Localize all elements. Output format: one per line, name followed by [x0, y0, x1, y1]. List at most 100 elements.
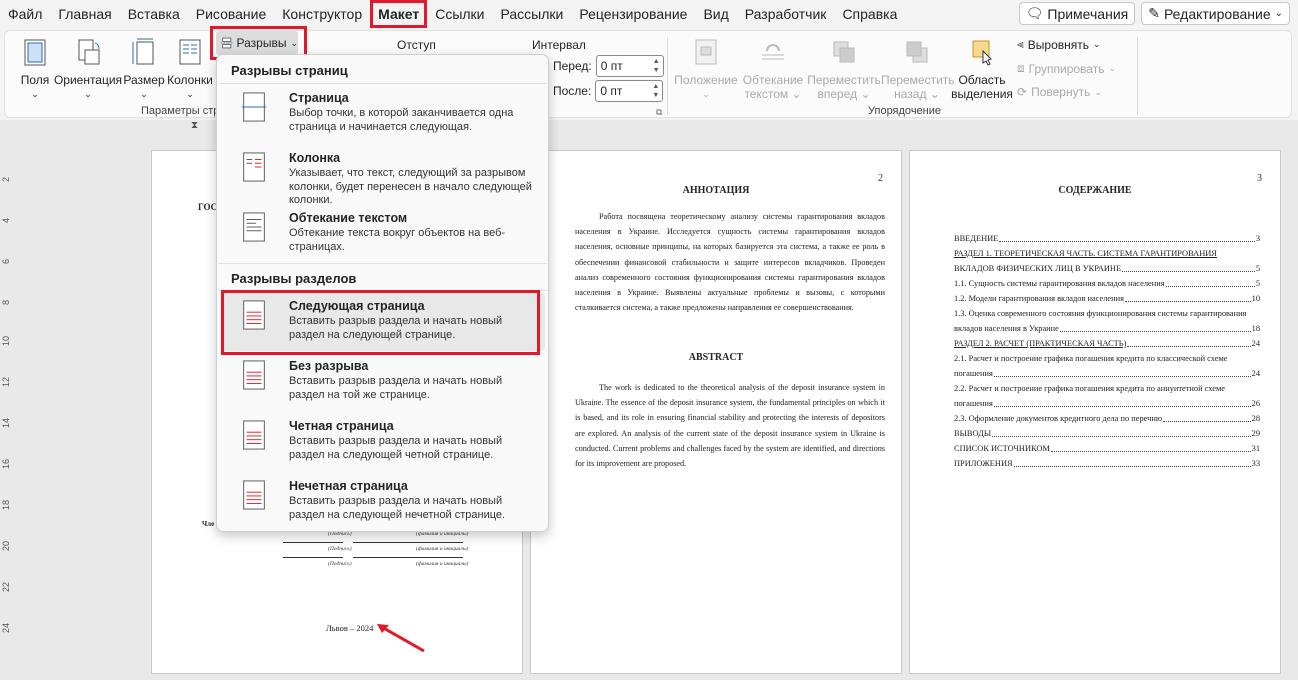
toc-entry-text: 2.2. Расчет и построение графика погашен…: [954, 384, 1225, 393]
rotate-button[interactable]: ⟳ Повернуть ⌄: [1017, 85, 1102, 99]
toc-leader: [1165, 276, 1255, 287]
toc-entry[interactable]: 2.1. Расчет и построение графика погашен…: [954, 351, 1260, 366]
toc-entry[interactable]: вкладов населения в Украине 18: [954, 321, 1260, 336]
wrap-text-icon: [762, 44, 784, 60]
bring-forward-button[interactable]: Переместить вперед ⌄: [807, 37, 881, 101]
toc-entry[interactable]: 2.2. Расчет и построение графика погашен…: [954, 381, 1260, 396]
toc-page-number: 24: [1251, 369, 1260, 378]
align-icon: ⫷: [1017, 37, 1024, 51]
editing-mode-button[interactable]: ✎ Редактирование ⌄: [1141, 2, 1290, 25]
group-icon: ⧈: [1017, 61, 1025, 75]
tab-6[interactable]: Ссылки: [427, 0, 492, 28]
send-backward-icon: [906, 41, 928, 63]
wrap-text-button[interactable]: Обтекание текстом ⌄: [741, 37, 805, 101]
toc-leader: [1127, 336, 1251, 347]
city-year: Львов – 2024: [326, 623, 374, 633]
signature-caption: (Подпись): [328, 561, 352, 567]
breaks-button[interactable]: Разрывы ⌄: [216, 31, 298, 55]
toc-entry-text: погашения: [954, 399, 993, 408]
break-option-odd-page-section[interactable]: Нечетная страница Вставить разрыв раздела…: [221, 473, 545, 531]
indent-label: Отступ: [397, 38, 436, 52]
partial-title: ГОС: [198, 202, 218, 212]
break-option-page-break[interactable]: Страница Выбор точки, в которой заканчива…: [221, 85, 545, 143]
separator: [218, 263, 547, 264]
spin-arrows-icon[interactable]: ▲ ▼: [652, 82, 659, 100]
toc-leader: [993, 366, 1251, 377]
spacing-label: Интервал: [532, 38, 586, 52]
toc-entry-text: погашения: [954, 369, 993, 378]
abstract-title: ABSTRACT: [688, 352, 744, 363]
toc-entry[interactable]: 1.2. Модели гарантирования вкладов насел…: [954, 291, 1260, 306]
toc-entry[interactable]: РАЗДЕЛ 2. РАСЧЕТ (ПРАКТИЧЕСКАЯ ЧАСТЬ) 24: [954, 336, 1260, 351]
break-option-text-wrapping-break[interactable]: Обтекание текстом Обтекание текста вокруг…: [221, 205, 545, 263]
name-caption: (фамилия и инициалы): [416, 546, 469, 552]
toc-entry[interactable]: ВВЕДЕНИЕ 3: [954, 231, 1260, 246]
break-option-title: Обтекание текстом: [289, 211, 408, 225]
toc-leader: [1059, 321, 1251, 332]
separator: [218, 83, 547, 84]
break-option-description: Обтекание текста вокруг объектов на веб-…: [289, 227, 506, 253]
spacing-after-input[interactable]: 0 пт ▲ ▼: [595, 80, 664, 102]
chevron-down-icon: ⌄: [290, 37, 298, 48]
toc-entry[interactable]: погашения 24: [954, 366, 1260, 381]
break-option-even-page-section[interactable]: Четная страница Вставить разрыв раздела и…: [221, 413, 545, 471]
toc-entry[interactable]: ВЫВОДЫ 29: [954, 426, 1260, 441]
even-page-section-icon: [243, 420, 265, 450]
table-of-contents: ВВЕДЕНИЕ 3 РАЗДЕЛ 1. ТЕОРЕТИЧЕСКАЯ ЧАСТЬ. …: [954, 231, 1260, 471]
break-option-title: Страница: [289, 91, 349, 105]
group-button[interactable]: ⧈ Группировать ⌄: [1017, 61, 1116, 76]
rotate-icon: ⟳: [1017, 85, 1028, 99]
tab-11[interactable]: Справка: [834, 0, 905, 28]
toc-entry[interactable]: ПРИЛОЖЕНИЯ 33: [954, 456, 1260, 471]
columns-button[interactable]: Колонки ⌄: [167, 37, 213, 101]
separator: [1137, 37, 1138, 115]
tab-4[interactable]: Конструктор: [274, 0, 370, 28]
tab-8[interactable]: Рецензирование: [571, 0, 695, 28]
tab-1[interactable]: Главная: [50, 0, 119, 28]
toc-entry[interactable]: погашения 26: [954, 396, 1260, 411]
tab-0[interactable]: Файл: [0, 0, 50, 28]
toc-entry[interactable]: 2.3. Оформление документов кредитного де…: [954, 411, 1260, 426]
tab-9[interactable]: Вид: [695, 0, 736, 28]
break-option-column-break[interactable]: Колонка Указывает, что текст, следующий з…: [221, 145, 545, 206]
page-3[interactable]: 3 СОДЕРЖАНИЕ ВВЕДЕНИЕ 3 РАЗДЕЛ 1. ТЕОРЕТИЧ…: [909, 150, 1281, 674]
tab-2[interactable]: Вставка: [120, 0, 188, 28]
selection-pane-button[interactable]: Область выделения: [951, 37, 1013, 101]
page-2[interactable]: 2 АННОТАЦИЯ Работа посвящена теоретическ…: [530, 150, 902, 674]
tab-3[interactable]: Рисование: [188, 0, 275, 28]
tab-10[interactable]: Разработчик: [737, 0, 835, 28]
continuous-section-icon: [243, 360, 265, 390]
break-option-description: Вставить разрыв раздела и начать новый р…: [289, 495, 506, 521]
break-option-continuous-section[interactable]: Без разрыва Вставить разрыв раздела и нач…: [221, 353, 545, 411]
toc-leader: [999, 231, 1255, 242]
toc-entry[interactable]: РАЗДЕЛ 1. ТЕОРЕТИЧЕСКАЯ ЧАСТЬ. СИСТЕМА Г…: [954, 246, 1260, 261]
comments-button[interactable]: 🗨 Примечания: [1018, 2, 1136, 25]
toc-entry[interactable]: ВКЛАДОВ ФИЗИЧЕСКИХ ЛИЦ В УКРАИНЕ 5: [954, 261, 1260, 276]
annotation-title: АННОТАЦИЯ: [682, 185, 750, 196]
indent-marker-icon[interactable]: ⧗: [191, 120, 198, 131]
ruler-mark: 20: [1, 540, 11, 551]
selection-pane-icon: [972, 40, 992, 66]
align-button[interactable]: ⫷ Выровнять ⌄: [1017, 37, 1101, 52]
size-button[interactable]: Размер ⌄: [123, 37, 165, 101]
spacing-after-row: После: 0 пт ▲ ▼: [553, 80, 664, 102]
position-button[interactable]: Положение ⌄: [673, 37, 739, 101]
toc-entry-text: 1.3. Оценка современного состояния функц…: [954, 309, 1247, 318]
tab-7[interactable]: Рассылки: [493, 0, 572, 28]
send-backward-button[interactable]: Переместить назад ⌄: [881, 37, 955, 101]
spin-arrows-icon[interactable]: ▲ ▼: [653, 57, 660, 75]
dialog-launcher-icon[interactable]: ⧉: [656, 107, 662, 118]
margins-button[interactable]: Поля ⌄: [15, 37, 55, 101]
tab-5[interactable]: Макет: [370, 0, 428, 28]
ruler-mark: 2: [1, 176, 11, 182]
orientation-button[interactable]: Ориентация ⌄: [53, 37, 123, 101]
toc-entry[interactable]: 1.3. Оценка современного состояния функц…: [954, 306, 1260, 321]
toc-entry-text: ВВЕДЕНИЕ: [954, 234, 999, 243]
spacing-before-input[interactable]: 0 пт ▲ ▼: [595, 55, 664, 77]
toc-leader: [1163, 411, 1251, 422]
comment-icon: 🗨: [1025, 5, 1044, 21]
toc-page-number: 31: [1251, 444, 1260, 453]
toc-page-number: 24: [1251, 339, 1260, 348]
toc-entry[interactable]: СПИСОК ИСТОЧНИКОМ 31: [954, 441, 1260, 456]
toc-entry[interactable]: 1.1. Сущность системы гарантирования вкл…: [954, 276, 1260, 291]
